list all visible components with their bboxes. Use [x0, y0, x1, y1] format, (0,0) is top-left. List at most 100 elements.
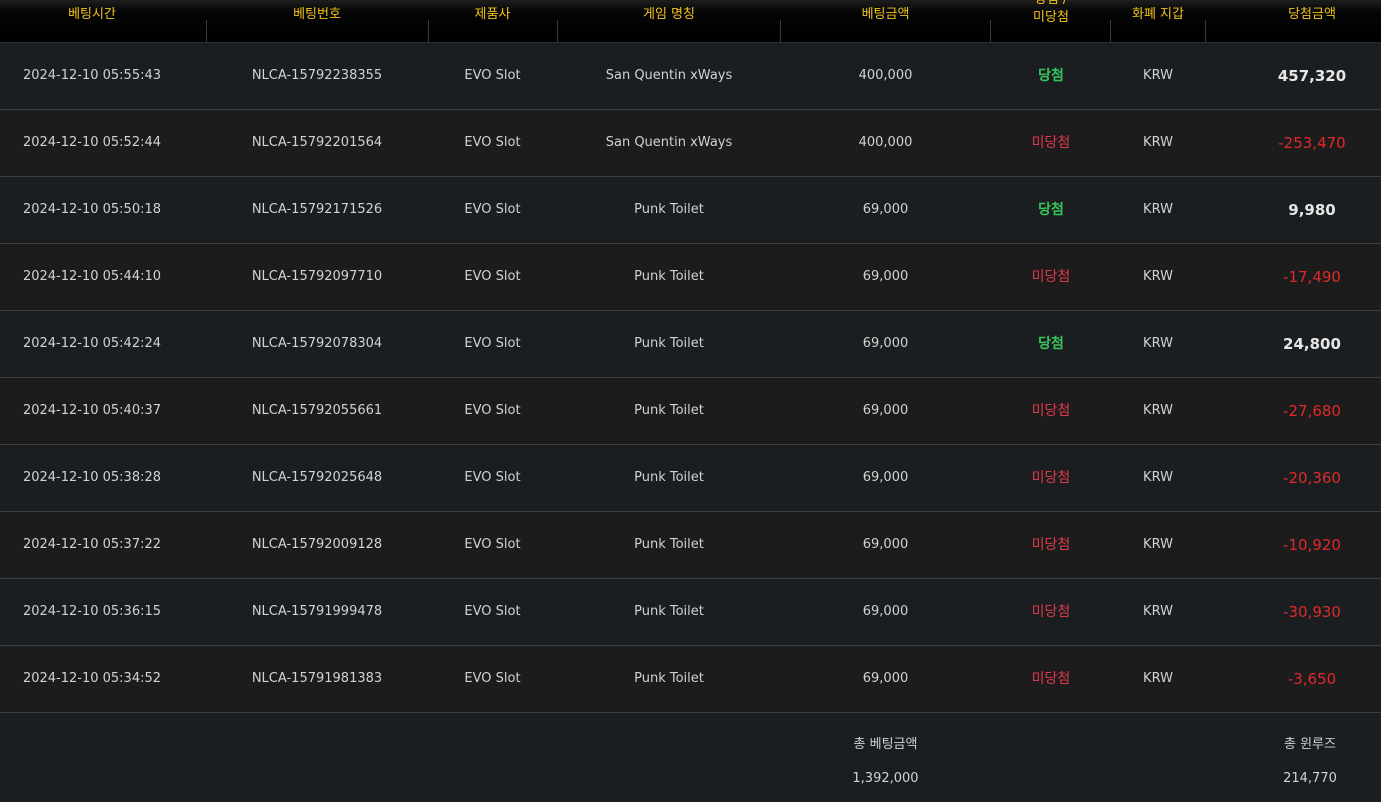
bet-amount-cell: 400,000 — [858, 68, 913, 83]
table-row[interactable]: 2024-12-10 05:50:18 NLCA-15792171526 EVO S… — [0, 177, 1381, 244]
bet-time-cell: 2024-12-10 05:44:10 — [22, 269, 162, 284]
bet-time-cell: 2024-12-10 05:55:43 — [22, 68, 162, 83]
table-row[interactable]: 2024-12-10 05:42:24 NLCA-15792078304 EVO S… — [0, 311, 1381, 378]
table-row[interactable]: 2024-12-10 05:55:43 NLCA-15792238355 EVO S… — [0, 43, 1381, 110]
bet-number-cell: NLCA-15792201564 — [251, 135, 383, 150]
vendor-cell: EVO Slot — [464, 470, 521, 485]
bet-history-table-body: 2024-12-10 05:55:43 NLCA-15792238355 EVO S… — [0, 43, 1381, 713]
currency-cell: KRW — [1143, 403, 1173, 418]
bet-amount-cell: 69,000 — [862, 403, 909, 418]
header-win-lose[interactable]: 당첨 /미당첨 — [991, 0, 1111, 42]
bet-number-cell: NLCA-15792025648 — [251, 470, 383, 485]
win-amount-cell: -17,490 — [1283, 268, 1341, 286]
currency-cell: KRW — [1143, 269, 1173, 284]
win-amount-cell: -20,360 — [1283, 469, 1341, 487]
win-lose-status: 당첨 — [1038, 202, 1064, 218]
header-divider — [1205, 20, 1206, 42]
win-amount-cell: -253,470 — [1278, 134, 1346, 152]
win-amount-cell: -30,930 — [1283, 603, 1341, 621]
win-amount-cell: -3,650 — [1287, 670, 1337, 688]
table-row[interactable]: 2024-12-10 05:52:44 NLCA-15792201564 EVO S… — [0, 110, 1381, 177]
game-name-cell: Punk Toilet — [634, 202, 704, 217]
currency-cell: KRW — [1143, 671, 1173, 686]
bet-amount-cell: 69,000 — [862, 202, 909, 217]
header-bet-amount[interactable]: 베팅금액 — [781, 0, 990, 42]
win-amount-cell: 24,800 — [1283, 335, 1341, 353]
bet-amount-cell: 69,000 — [862, 269, 909, 284]
bet-time-cell: 2024-12-10 05:38:28 — [22, 470, 162, 485]
bet-time-cell: 2024-12-10 05:42:24 — [22, 336, 162, 351]
table-row[interactable]: 2024-12-10 05:34:52 NLCA-15791981383 EVO S… — [0, 646, 1381, 713]
win-lose-status: 미당첨 — [1031, 269, 1071, 285]
win-lose-status: 당첨 — [1038, 68, 1064, 84]
header-divider — [206, 20, 207, 42]
game-name-cell: San Quentin xWays — [605, 135, 733, 150]
bet-time-cell: 2024-12-10 05:52:44 — [22, 135, 162, 150]
currency-cell: KRW — [1143, 336, 1173, 351]
table-row[interactable]: 2024-12-10 05:37:22 NLCA-15792009128 EVO S… — [0, 512, 1381, 579]
win-lose-status: 미당첨 — [1031, 671, 1071, 687]
total-winloss-label: 총 윈루즈 — [1284, 737, 1336, 752]
table-row[interactable]: 2024-12-10 05:36:15 NLCA-15791999478 EVO S… — [0, 579, 1381, 646]
vendor-cell: EVO Slot — [464, 202, 521, 217]
bet-number-cell: NLCA-15792009128 — [251, 537, 383, 552]
total-winloss-value: 214,770 — [1283, 771, 1337, 786]
game-name-cell: San Quentin xWays — [605, 68, 733, 83]
header-bet-time[interactable]: 베팅시간 — [0, 0, 184, 42]
table-row[interactable]: 2024-12-10 05:40:37 NLCA-15792055661 EVO S… — [0, 378, 1381, 445]
header-status-line2: 미당첨 — [1033, 10, 1069, 25]
header-divider — [1110, 20, 1111, 42]
table-footer-totals: 총 베팅금액 1,392,000 총 윈루즈 214,770 — [0, 713, 1381, 802]
table-row[interactable]: 2024-12-10 05:44:10 NLCA-15792097710 EVO S… — [0, 244, 1381, 311]
bet-time-cell: 2024-12-10 05:37:22 — [22, 537, 162, 552]
header-currency-wallet[interactable]: 화폐 지갑 — [1111, 0, 1205, 42]
game-name-cell: Punk Toilet — [634, 269, 704, 284]
bet-number-cell: NLCA-15792171526 — [251, 202, 383, 217]
currency-cell: KRW — [1143, 604, 1173, 619]
bet-number-cell: NLCA-15792097710 — [251, 269, 383, 284]
vendor-cell: EVO Slot — [464, 135, 521, 150]
header-game-name[interactable]: 게임 명칭 — [558, 0, 780, 42]
header-divider — [780, 20, 781, 42]
currency-cell: KRW — [1143, 68, 1173, 83]
win-lose-status: 미당첨 — [1031, 604, 1071, 620]
win-amount-cell: -10,920 — [1283, 536, 1341, 554]
header-vendor[interactable]: 제품사 — [428, 0, 557, 42]
vendor-cell: EVO Slot — [464, 269, 521, 284]
currency-cell: KRW — [1143, 135, 1173, 150]
header-win-amount[interactable]: 당첨금액 — [1206, 0, 1381, 42]
bet-number-cell: NLCA-15792055661 — [251, 403, 383, 418]
bet-amount-cell: 69,000 — [862, 537, 909, 552]
bet-time-cell: 2024-12-10 05:50:18 — [22, 202, 162, 217]
win-lose-status: 미당첨 — [1031, 537, 1071, 553]
game-name-cell: Punk Toilet — [634, 336, 704, 351]
total-bet-value: 1,392,000 — [852, 771, 919, 786]
bet-number-cell: NLCA-15792238355 — [251, 68, 383, 83]
win-lose-status: 미당첨 — [1031, 403, 1071, 419]
bet-amount-cell: 69,000 — [862, 336, 909, 351]
bet-amount-cell: 400,000 — [858, 135, 913, 150]
bet-time-cell: 2024-12-10 05:34:52 — [22, 671, 162, 686]
game-name-cell: Punk Toilet — [634, 671, 704, 686]
vendor-cell: EVO Slot — [464, 537, 521, 552]
header-status-line1: 당첨 / — [991, 0, 1111, 9]
currency-cell: KRW — [1143, 470, 1173, 485]
header-bet-number[interactable]: 베팅번호 — [207, 0, 427, 42]
currency-cell: KRW — [1143, 537, 1173, 552]
bet-time-cell: 2024-12-10 05:36:15 — [22, 604, 162, 619]
win-amount-cell: 457,320 — [1277, 67, 1347, 85]
bet-number-cell: NLCA-15791999478 — [251, 604, 383, 619]
vendor-cell: EVO Slot — [464, 671, 521, 686]
game-name-cell: Punk Toilet — [634, 537, 704, 552]
bet-amount-cell: 69,000 — [862, 470, 909, 485]
bet-number-cell: NLCA-15792078304 — [251, 336, 383, 351]
win-lose-status: 미당첨 — [1031, 470, 1071, 486]
game-name-cell: Punk Toilet — [634, 403, 704, 418]
game-name-cell: Punk Toilet — [634, 604, 704, 619]
total-bet-label: 총 베팅금액 — [853, 737, 918, 752]
win-amount-cell: 9,980 — [1288, 201, 1336, 219]
vendor-cell: EVO Slot — [464, 403, 521, 418]
game-name-cell: Punk Toilet — [634, 470, 704, 485]
table-row[interactable]: 2024-12-10 05:38:28 NLCA-15792025648 EVO S… — [0, 445, 1381, 512]
win-lose-status: 미당첨 — [1031, 135, 1071, 151]
